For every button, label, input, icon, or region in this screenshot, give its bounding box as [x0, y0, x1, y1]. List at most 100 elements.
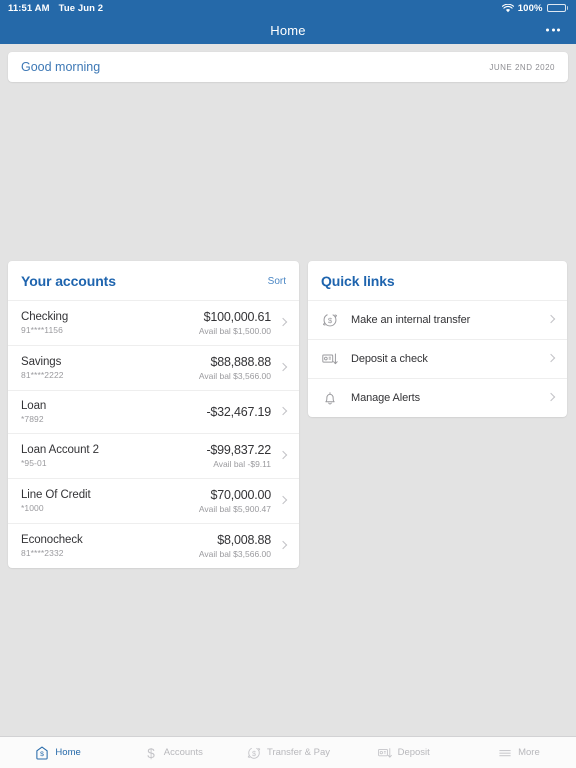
account-identity: Line Of Credit *1000 — [21, 489, 91, 513]
account-identity: Checking 91****1156 — [21, 311, 68, 335]
chevron-right-icon — [280, 496, 286, 506]
account-number: *95-01 — [21, 458, 47, 468]
quick-link-label: Manage Alerts — [351, 392, 421, 404]
deposit-check-icon — [377, 745, 393, 761]
account-available-balance: Avail bal $1,500.00 — [198, 326, 271, 336]
account-identity: Loan Account 2 *95-01 — [21, 444, 99, 468]
svg-text:$: $ — [328, 316, 333, 325]
account-balances: $88,888.88 Avail bal $3,566.00 — [199, 355, 271, 381]
account-number: *7892 — [21, 414, 44, 424]
bell-icon — [321, 389, 339, 407]
account-identity: Loan *7892 — [21, 400, 46, 424]
battery-percent-label: 100% — [517, 2, 543, 14]
overflow-menu-icon[interactable] — [542, 23, 564, 38]
account-row[interactable]: Line Of Credit *1000 $70,000.00 Avail bal $… — [8, 478, 299, 523]
account-number: 91****1156 — [21, 325, 63, 335]
dollar-sign-icon: $ — [143, 745, 159, 761]
chevron-right-icon — [280, 541, 286, 551]
transfer-dollar-icon: $ — [321, 311, 339, 329]
account-number: 81****2332 — [21, 548, 64, 558]
main-content: Good morning JUNE 2ND 2020 Your accounts… — [0, 44, 576, 736]
quick-links-card-header: Quick links — [308, 261, 567, 300]
svg-text:$: $ — [252, 750, 256, 757]
account-row[interactable]: Loan Account 2 *95-01 -$99,837.22 Avail bal… — [8, 433, 299, 478]
your-accounts-card: Your accounts Sort Checking 91****1156 $10… — [8, 261, 299, 568]
status-bar-right: 100% — [501, 2, 568, 14]
transfer-dollar-icon: $ — [246, 745, 262, 761]
account-balances: $8,008.88 Avail bal $3,566.00 — [199, 533, 271, 559]
greeting-card: Good morning JUNE 2ND 2020 — [8, 52, 568, 82]
account-name: Savings — [21, 356, 62, 368]
tab-label: More — [518, 747, 540, 758]
chevron-right-icon — [548, 393, 554, 403]
quick-link-row[interactable]: Manage Alerts — [308, 378, 567, 417]
tab-label: Deposit — [397, 747, 430, 758]
account-number: 81****2222 — [21, 370, 64, 380]
account-balances: $100,000.61 Avail bal $1,500.00 — [199, 310, 271, 336]
quick-link-row[interactable]: $ Make an internal transfer — [308, 300, 567, 339]
tab-home[interactable]: $ Home — [0, 737, 115, 768]
page-title: Home — [270, 22, 306, 38]
quick-links-list: $ Make an internal transfer Deposit a chec… — [308, 300, 567, 417]
quick-link-label: Make an internal transfer — [351, 314, 471, 326]
account-name: Loan Account 2 — [21, 444, 99, 456]
quick-links-title: Quick links — [321, 273, 395, 289]
status-time: 11:51 AM — [8, 2, 50, 14]
greeting-date: JUNE 2ND 2020 — [489, 62, 555, 72]
hamburger-icon — [497, 745, 513, 761]
chevron-right-icon — [280, 451, 286, 461]
status-bar-left: 11:51 AM Tue Jun 2 — [8, 3, 103, 14]
account-name: Econocheck — [21, 534, 83, 546]
tab-label: Transfer & Pay — [267, 747, 331, 758]
account-available-balance: Avail bal $5,900.47 — [198, 504, 271, 514]
battery-full-icon — [546, 3, 568, 13]
chevron-right-icon — [548, 315, 554, 325]
chevron-right-icon — [548, 354, 554, 364]
account-name: Line Of Credit — [21, 489, 91, 501]
transfer-dollar-icon: $ — [246, 745, 262, 761]
account-identity: Econocheck 81****2332 — [21, 534, 83, 558]
quick-link-row[interactable]: Deposit a check — [308, 339, 567, 378]
account-identity: Savings 81****2222 — [21, 356, 64, 380]
account-available-balance: Avail bal -$9.11 — [213, 459, 271, 469]
deposit-check-icon — [321, 350, 339, 368]
home-dollar-icon: $ — [34, 745, 50, 761]
bottom-tab-bar: $ Home $ Accounts $ Transfer & Pay Deposit More — [0, 736, 576, 768]
account-name: Checking — [21, 311, 69, 323]
greeting-text: Good morning — [21, 60, 101, 74]
account-row[interactable]: Savings 81****2222 $88,888.88 Avail bal $3,… — [8, 345, 299, 390]
sort-button[interactable]: Sort — [268, 276, 286, 287]
accounts-list: Checking 91****1156 $100,000.61 Avail bal $… — [8, 300, 299, 568]
account-balance: -$32,467.19 — [206, 405, 271, 419]
tab-label: Accounts — [163, 747, 203, 758]
account-balances: -$99,837.22 Avail bal -$9.11 — [206, 443, 271, 469]
account-balances: -$32,467.19 — [206, 405, 271, 419]
chevron-right-icon — [280, 363, 286, 373]
chevron-right-icon — [280, 318, 286, 328]
tab-more[interactable]: More — [461, 737, 576, 768]
status-date: Tue Jun 2 — [58, 2, 104, 14]
tab-label: Home — [55, 747, 81, 758]
tab-accounts[interactable]: $ Accounts — [115, 737, 230, 768]
accounts-card-header: Your accounts Sort — [8, 261, 299, 300]
tab-deposit[interactable]: Deposit — [346, 737, 461, 768]
account-balance: -$99,837.22 — [206, 443, 271, 457]
wifi-icon — [501, 3, 514, 13]
account-row[interactable]: Checking 91****1156 $100,000.61 Avail bal $… — [8, 300, 299, 345]
account-row[interactable]: Econocheck 81****2332 $8,008.88 Avail bal $… — [8, 523, 299, 568]
svg-text:$: $ — [41, 751, 45, 758]
account-balance: $88,888.88 — [210, 355, 271, 369]
hamburger-icon — [497, 745, 513, 761]
transfer-dollar-icon: $ — [321, 311, 339, 329]
quick-links-card: Quick links $ Make an internal transfer De… — [308, 261, 567, 417]
account-available-balance: Avail bal $3,566.00 — [198, 549, 271, 559]
deposit-check-icon — [377, 745, 393, 761]
tab-transfer-pay[interactable]: $ Transfer & Pay — [230, 737, 345, 768]
svg-text:$: $ — [147, 745, 155, 760]
account-row[interactable]: Loan *7892 -$32,467.19 — [8, 390, 299, 433]
dollar-sign-icon: $ — [143, 745, 159, 761]
nav-bar: Home — [0, 16, 576, 44]
deposit-check-icon — [321, 350, 339, 368]
account-balance: $8,008.88 — [217, 533, 271, 547]
account-name: Loan — [21, 400, 47, 412]
